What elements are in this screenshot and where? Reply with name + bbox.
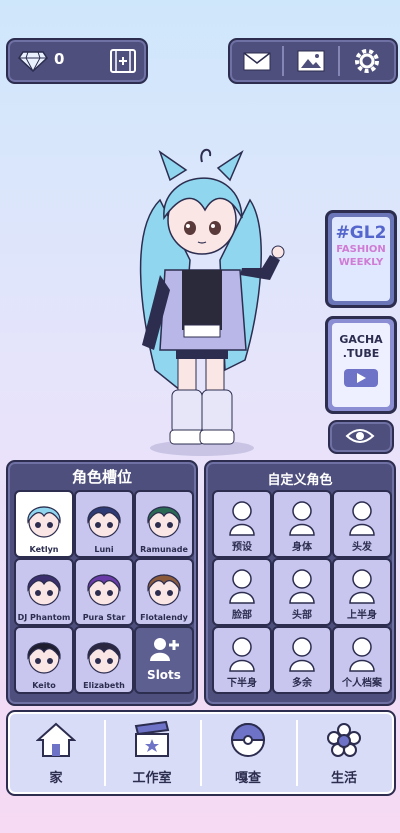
- fashion-weekly-card[interactable]: #GL2 FASHION WEEKLY: [325, 210, 397, 308]
- nav-life-label: 生活: [330, 771, 357, 786]
- mail-icon[interactable]: [242, 46, 272, 76]
- character-slot[interactable]: DJ Phantom: [14, 558, 74, 626]
- category-label: 下半身: [227, 678, 257, 689]
- tube-line2: .TUBE: [342, 347, 380, 360]
- customize-panel: 自定义角色 预设 身体 头发脸部 头部 上半身下半身 多余 个人档案: [204, 460, 396, 706]
- clapperboard-icon: [134, 720, 170, 757]
- category-label: 个人档案: [342, 678, 382, 689]
- character-slot-name: Flotalendy: [140, 613, 188, 622]
- category-bottom[interactable]: 下半身: [212, 626, 272, 694]
- character-slots-panel: 角色槽位 Ketlyn Luni Ramunade DJ Phantom Pura St…: [6, 460, 198, 706]
- gacha-ball-icon: [230, 723, 266, 757]
- category-head[interactable]: 头部: [272, 558, 332, 626]
- hair-icon: [349, 501, 375, 536]
- preset-icon: [229, 501, 255, 536]
- character-avatar: [87, 506, 121, 538]
- character-slot-name: DJ Phantom: [17, 613, 71, 622]
- category-face[interactable]: 脸部: [212, 558, 272, 626]
- gl2-title: #GL2: [335, 223, 387, 243]
- gacha-tube-inner: GACHA .TUBE: [332, 323, 390, 407]
- character-preview[interactable]: [120, 140, 320, 460]
- character-avatar: [147, 506, 181, 538]
- category-label: 脸部: [232, 610, 252, 621]
- head-icon: [289, 569, 315, 604]
- gallery-icon[interactable]: [296, 46, 326, 76]
- top-actions: [228, 38, 398, 84]
- fashion-weekly-inner: #GL2 FASHION WEEKLY: [332, 217, 390, 301]
- gear-icon[interactable]: [352, 46, 382, 76]
- nav-studio[interactable]: 工作室: [104, 712, 200, 794]
- custom-title: 自定义角色: [267, 473, 333, 488]
- character-avatar: [87, 574, 121, 606]
- tube-line1: GACHA: [339, 333, 383, 346]
- category-label: 身体: [292, 542, 312, 553]
- category-top[interactable]: 上半身: [332, 558, 392, 626]
- nav-home-label: 家: [49, 771, 63, 786]
- currency-pill: 0: [6, 38, 148, 84]
- face-icon: [229, 569, 255, 604]
- character-avatar: [27, 506, 61, 538]
- gl2-line1: FASHION: [336, 244, 386, 255]
- bottom-icon: [229, 637, 255, 672]
- nav-home[interactable]: 家: [8, 712, 104, 794]
- category-profile[interactable]: 个人档案: [332, 626, 392, 694]
- character-slot-name: Keito: [32, 681, 56, 690]
- extra-icon: [289, 637, 315, 672]
- character-avatar: [87, 642, 121, 674]
- category-body[interactable]: 身体: [272, 490, 332, 558]
- character-slot-name: Luni: [94, 545, 114, 554]
- character-slot[interactable]: Ketlyn: [14, 490, 74, 558]
- bottom-nav: 家 工作室 嘎查 生活: [6, 710, 396, 796]
- nav-gacha[interactable]: 嘎查: [200, 712, 296, 794]
- play-icon: [344, 369, 378, 387]
- character-slot[interactable]: Elizabeth: [74, 626, 134, 694]
- category-hair[interactable]: 头发: [332, 490, 392, 558]
- add-user-icon: [150, 638, 179, 661]
- character-avatar: [27, 642, 61, 674]
- nav-life[interactable]: 生活: [296, 712, 392, 794]
- gacha-tube-card[interactable]: GACHA .TUBE: [325, 316, 397, 414]
- more-slots-button[interactable]: Slots: [134, 626, 194, 694]
- nav-studio-label: 工作室: [132, 771, 172, 786]
- character-avatar: [27, 574, 61, 606]
- category-preset[interactable]: 预设: [212, 490, 272, 558]
- character-slot[interactable]: Ramunade: [134, 490, 194, 558]
- house-icon: [36, 722, 76, 757]
- video-reward-icon[interactable]: [108, 46, 138, 76]
- divider: [282, 46, 284, 76]
- category-label: 预设: [232, 542, 252, 553]
- eye-icon: [345, 429, 375, 443]
- character-slot[interactable]: Keito: [14, 626, 74, 694]
- body-icon: [289, 501, 315, 536]
- character-slot[interactable]: Luni: [74, 490, 134, 558]
- more-slots-label: Slots: [147, 668, 181, 682]
- character-slot-name: Ketlyn: [29, 545, 59, 554]
- hide-ui-button[interactable]: [328, 420, 394, 454]
- category-label: 头部: [292, 610, 312, 621]
- gl2-line2: WEEKLY: [338, 257, 384, 268]
- category-label: 多余: [292, 678, 312, 689]
- nav-gacha-label: 嘎查: [234, 771, 261, 786]
- top-icon: [349, 569, 375, 604]
- character-slot-name: Ramunade: [140, 545, 188, 554]
- diamond-icon: [18, 51, 48, 72]
- profile-icon: [349, 637, 375, 672]
- category-label: 上半身: [347, 610, 377, 621]
- flower-icon: [327, 723, 361, 757]
- divider: [338, 46, 340, 76]
- category-extra[interactable]: 多余: [272, 626, 332, 694]
- character-slot-name: Pura Star: [82, 613, 126, 622]
- character-slot-name: Elizabeth: [83, 681, 125, 690]
- category-label: 头发: [352, 542, 372, 553]
- character-avatar: [147, 574, 181, 606]
- slots-title: 角色槽位: [71, 468, 132, 486]
- character-slot[interactable]: Pura Star: [74, 558, 134, 626]
- gem-count: 0: [54, 50, 65, 68]
- character-slot[interactable]: Flotalendy: [134, 558, 194, 626]
